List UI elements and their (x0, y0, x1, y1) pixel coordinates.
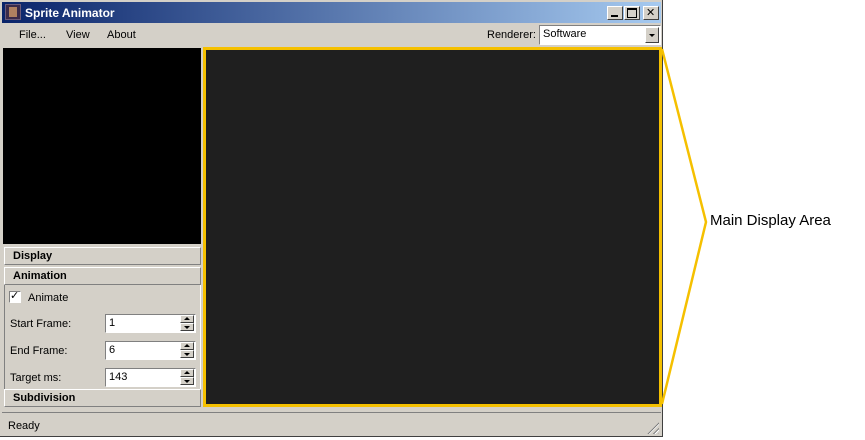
spin-down-icon[interactable] (180, 377, 194, 385)
subdivision-panel-label: Subdivision (13, 392, 76, 404)
title-bar[interactable]: Sprite Animator (2, 2, 661, 23)
display-panel-label: Display (13, 250, 53, 262)
status-bar: Ready (2, 412, 661, 436)
window-title: Sprite Animator (25, 6, 115, 20)
target-ms-label: Target ms: (10, 372, 62, 384)
target-ms-stepper[interactable]: 143 (105, 368, 196, 387)
spin-up-icon[interactable] (180, 315, 194, 323)
animate-label[interactable]: Animate (28, 292, 68, 304)
end-frame-label: End Frame: (10, 345, 68, 357)
spin-up-icon[interactable] (180, 369, 194, 377)
app-window: Sprite Animator File... View About Rende… (0, 0, 663, 437)
resize-grip-icon[interactable] (646, 421, 659, 434)
end-frame-stepper[interactable]: 6 (105, 341, 196, 360)
status-text: Ready (8, 420, 40, 432)
chevron-down-icon[interactable] (645, 27, 659, 43)
maximize-button[interactable] (624, 6, 640, 20)
target-ms-value[interactable]: 143 (109, 371, 127, 383)
menu-file[interactable]: File... (19, 29, 46, 41)
sprite-preview (3, 48, 201, 244)
sprite-app-icon[interactable] (5, 4, 21, 20)
start-frame-stepper[interactable]: 1 (105, 314, 196, 333)
spin-up-icon[interactable] (180, 342, 194, 350)
close-button[interactable] (643, 6, 659, 20)
spin-down-icon[interactable] (180, 323, 194, 331)
animation-panel-label: Animation (13, 270, 67, 282)
menu-bar: File... View About Renderer: Software (2, 24, 661, 46)
renderer-value: Software (543, 28, 587, 40)
animate-checkbox[interactable] (9, 289, 21, 303)
spin-down-icon[interactable] (180, 350, 194, 358)
start-frame-label: Start Frame: (10, 318, 72, 330)
start-frame-value[interactable]: 1 (109, 317, 115, 329)
menu-about[interactable]: About (107, 29, 136, 41)
renderer-label: Renderer: (487, 29, 536, 41)
renderer-dropdown[interactable]: Software (539, 25, 661, 45)
main-display-area-label: Main Display Area (710, 212, 831, 229)
menu-view[interactable]: View (66, 29, 90, 41)
animation-panel-header[interactable]: Animation (4, 267, 201, 285)
display-panel-header[interactable]: Display (4, 247, 201, 265)
minimize-button[interactable] (607, 6, 623, 20)
end-frame-value[interactable]: 6 (109, 344, 115, 356)
callout-bracket-line (660, 48, 708, 405)
subdivision-panel-header[interactable]: Subdivision (4, 389, 201, 407)
main-display-area[interactable] (203, 47, 662, 407)
